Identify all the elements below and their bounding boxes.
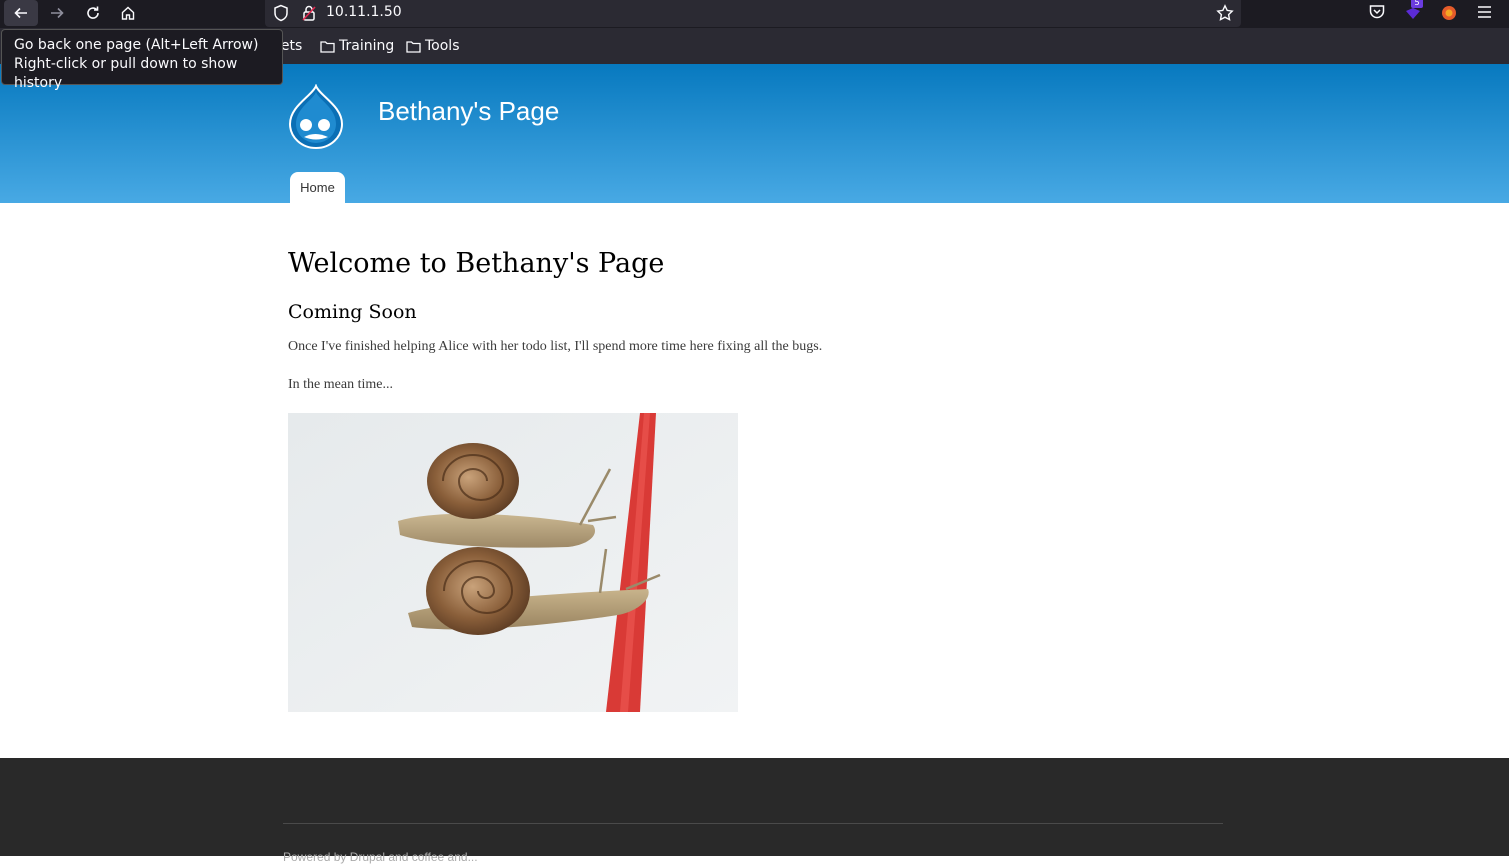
section-heading: Coming Soon	[288, 301, 417, 323]
menu-icon[interactable]	[1476, 2, 1494, 26]
insecure-lock-icon[interactable]	[301, 4, 317, 26]
address-bar[interactable]: 10.11.1.50	[265, 0, 1241, 27]
footer-divider	[283, 823, 1223, 824]
bookmark-folder-training[interactable]: Training	[320, 38, 394, 54]
foxyproxy-icon[interactable]	[1439, 2, 1459, 26]
tooltip-line: Go back one page (Alt+Left Arrow)	[14, 37, 259, 53]
bookmark-label: Training	[339, 38, 395, 54]
home-icon	[121, 6, 135, 20]
arrow-left-icon	[14, 7, 27, 19]
shield-icon[interactable]	[273, 4, 289, 26]
intro-paragraph: Once I've finished helping Alice with he…	[288, 339, 823, 354]
tab-home[interactable]: Home	[290, 172, 345, 203]
pocket-icon[interactable]	[1368, 2, 1386, 26]
forward-button[interactable]	[40, 0, 74, 26]
tooltip-line: Right-click or pull down to show history	[14, 56, 238, 91]
browser-toolbar: 10.11.1.50 5	[0, 0, 1509, 28]
reload-button[interactable]	[76, 0, 110, 26]
site-footer: Powered by Drupal and coffee and...	[0, 758, 1509, 864]
extension-badge: 5	[1411, 0, 1423, 8]
site-name[interactable]: Bethany's Page	[378, 96, 559, 127]
footer-credits: Powered by Drupal and coffee and...	[283, 850, 478, 864]
bookmark-folder-tools[interactable]: Tools	[406, 38, 460, 54]
home-button[interactable]	[111, 0, 145, 26]
bookmark-label: Tools	[425, 38, 460, 54]
page-title: Welcome to Bethany's Page	[288, 248, 665, 279]
back-button[interactable]	[4, 0, 38, 26]
reload-icon	[87, 6, 99, 19]
snails-photo	[288, 413, 738, 712]
url-text[interactable]: 10.11.1.50	[326, 4, 402, 20]
arrow-right-icon	[51, 7, 64, 19]
back-button-tooltip: Go back one page (Alt+Left Arrow) Right-…	[1, 29, 283, 91]
bookmark-star-icon[interactable]	[1216, 4, 1234, 26]
meantime-paragraph: In the mean time...	[288, 377, 393, 392]
drupal-logo[interactable]	[286, 84, 346, 150]
folder-icon	[406, 40, 421, 53]
folder-icon	[320, 40, 335, 53]
